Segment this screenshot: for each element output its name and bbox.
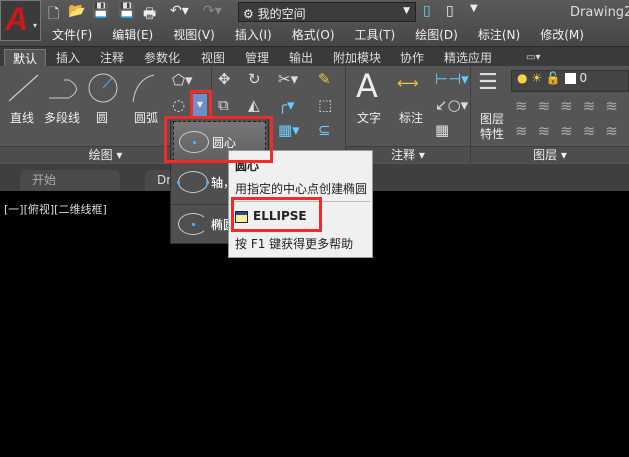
menu-file[interactable]: 文件(F) [42,26,102,44]
tab-default[interactable]: 默认 [4,49,47,67]
ellipse-axis-icon [177,171,209,193]
customize-icon[interactable]: ▼ [470,3,478,14]
tab-featured-apps[interactable]: 精选应用 [436,49,500,67]
ellipse-icon[interactable]: ◌ [172,98,185,113]
redo-icon[interactable]: ↷▾ [203,3,222,19]
tab-start[interactable]: 开始 [20,170,120,191]
erase-icon[interactable]: ✎ [318,72,331,87]
dimension-icon[interactable]: ⟷ [397,76,419,91]
undo-icon[interactable]: ↶▾ [170,3,189,19]
menu-view[interactable]: 视图(V) [163,26,225,44]
menu-edit[interactable]: 编辑(E) [102,26,163,44]
tooltip-help: 按 F1 键获得更多帮助 [235,237,354,251]
mirror-icon[interactable]: ◭ [248,98,260,113]
tooltip-description: 用指定的中心点创建椭圆 [235,182,368,196]
elliptical-arc-icon [178,213,208,235]
menu-draw[interactable]: 绘图(D) [405,26,468,44]
sun-icon: ☀ [531,71,543,85]
lightbulb-icon: ● [517,71,528,85]
save-as-icon[interactable]: 💾 [118,3,135,19]
share-icon[interactable]: ▯ [423,3,431,19]
copy-icon[interactable]: ⧉ [218,98,229,113]
move-icon[interactable]: ✥ [218,72,231,87]
menu-tools[interactable]: 工具(T) [345,26,406,44]
layer-color-swatch [564,73,576,84]
ribbon-tabs: 默认 插入 注释 参数化 视图 管理 输出 附加模块 协作 精选应用 ▭▾ [0,46,629,67]
line-button[interactable]: 直线 [10,109,34,126]
draw-icons [8,73,155,103]
workspace-select[interactable]: ⚙ 我的空间 ▼ [238,2,416,22]
open-icon[interactable]: 📂 [68,3,85,19]
linear-dim-icon[interactable]: ⊢⊣▾ [435,72,469,87]
gear-icon: ⚙ [243,7,254,21]
trim-icon[interactable]: ✂▾ [278,72,298,87]
tab-output[interactable]: 输出 [281,49,321,67]
circle-button[interactable]: 圆 [96,109,108,126]
save-icon[interactable]: 💾 [92,3,109,19]
tab-insert[interactable]: 插入 [48,49,88,67]
polygon-icon[interactable]: ⬠▾ [172,73,193,88]
leader-icon[interactable]: ↙○▾ [435,98,468,113]
ellipse-axis-end-label: 轴 [211,176,224,190]
tab-manage[interactable]: 管理 [237,49,277,67]
print-icon[interactable]: 🖶 [143,3,156,27]
menu-dimension[interactable]: 标注(N) [468,26,530,44]
text-icon[interactable]: A [356,70,378,102]
explode-icon[interactable]: ⬚ [318,98,332,113]
menu-bar: 文件(F) 编辑(E) 视图(V) 插入(I) 格式(O) 工具(T) 绘图(D… [42,26,594,44]
highlight-box-command [231,197,322,232]
fillet-icon[interactable]: ╭▾ [278,98,295,113]
layers-panel-label[interactable]: 图层 ▾ [471,146,629,163]
chevron-down-icon: ▾ [32,21,37,30]
layer-tools-row1-icon[interactable]: ≋≋≋≋≋ [515,99,628,114]
chevron-down-icon: ▼ [403,6,410,16]
menu-format[interactable]: 格式(O) [282,26,345,44]
tab-collaborate[interactable]: 协作 [392,49,432,67]
rotate-icon[interactable]: ↻ [248,72,261,87]
tab-parametric[interactable]: 参数化 [136,49,188,67]
current-layer-name: 0 [579,71,588,85]
dimension-button[interactable]: 标注 [399,109,423,126]
autocad-logo: A [5,1,29,37]
tab-addins[interactable]: 附加模块 [325,49,389,67]
tab-view[interactable]: 视图 [193,49,233,67]
menu-insert[interactable]: 插入(I) [225,26,282,44]
menu-modify[interactable]: 修改(M) [530,26,594,44]
array-icon[interactable]: ▦▾ [278,123,300,138]
layer-properties-line2[interactable]: 特性 [480,125,504,142]
highlight-box-center [164,116,273,163]
tab-annotate[interactable]: 注释 [92,49,132,67]
mobile-icon[interactable]: ▯ [446,3,454,19]
layer-tools-row2-icon[interactable]: ≋≋≋≋≋ [515,124,628,139]
ribbon-display-toggle[interactable]: ▭▾ [518,49,548,67]
new-icon[interactable]: 🗋 [48,3,59,27]
viewport-controls[interactable]: [一][俯视][二维线框] [4,201,107,217]
layer-properties-icon[interactable]: ☰ [478,72,498,94]
application-menu-button[interactable]: A ▾ [0,0,41,41]
offset-icon[interactable]: ⊆ [318,123,331,138]
table-icon[interactable]: ▦ [435,123,449,138]
workspace-value: 我的空间 [257,7,306,21]
document-title: Drawing2. [570,5,629,20]
title-bar: A ▾ 🗋 📂 💾 💾 🖶 ↶▾ ↷▾ ⚙ 我的空间 ▼ ▯ ▯ ▼ Drawi… [0,0,629,46]
arc-button[interactable]: 圆弧 [134,109,158,126]
layer-select[interactable]: ● ☀ 🔓 0 [511,70,629,92]
polyline-button[interactable]: 多段线 [44,109,80,126]
highlight-box-dropdown [190,90,212,119]
unlock-icon: 🔓 [545,71,561,85]
text-button[interactable]: 文字 [357,109,381,126]
